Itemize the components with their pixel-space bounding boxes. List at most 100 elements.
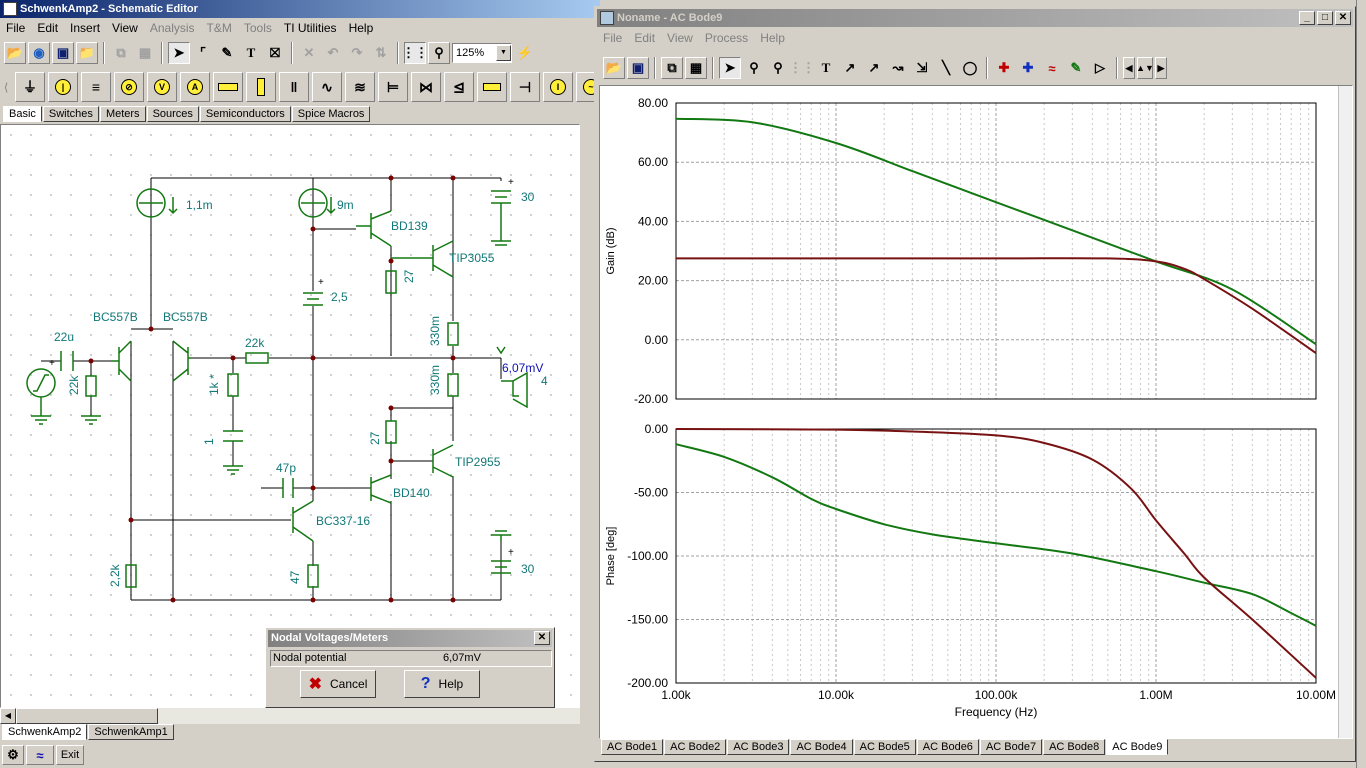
bode-open-icon[interactable]: 📂 [603,57,625,79]
bode-text-icon[interactable]: T [815,57,837,79]
bode-menu-help[interactable]: Help [754,31,791,45]
inductor-icon[interactable]: ∿ [312,72,342,102]
undo-icon[interactable]: ↶ [322,42,344,64]
switch-icon[interactable]: ⊴ [444,72,474,102]
close-icon[interactable]: ✕ [534,631,550,645]
globe-icon[interactable]: ◉ [28,42,50,64]
transformer-core-icon[interactable]: ⋈ [411,72,441,102]
bode-close-icon[interactable]: ✕ [1335,11,1351,25]
voltage-source-icon[interactable]: | [48,72,78,102]
bode-tab-4[interactable]: AC Bode4 [790,739,853,755]
bode-menu-file[interactable]: File [597,31,628,45]
menu-t-m[interactable]: T&M [201,21,238,35]
bode-menu-view[interactable]: View [661,31,699,45]
voltmeter-icon[interactable]: V [147,72,177,102]
tab-meters[interactable]: Meters [99,106,146,122]
potentiometer-icon[interactable] [477,72,507,102]
text-tool-icon[interactable]: T [240,42,262,64]
bode-tab-1[interactable]: AC Bode1 [601,739,664,755]
menu-insert[interactable]: Insert [64,21,106,35]
next-arrow-icon[interactable]: ▶ [1155,57,1167,79]
curve-color-icon[interactable]: ✎ [1065,57,1087,79]
terminal-icon[interactable]: ⊣ [510,72,540,102]
bode-titlebar[interactable]: Noname - AC Bode9 _ □ ✕ [597,9,1353,27]
bode-save-icon[interactable]: ▣ [627,57,649,79]
curve-annotation-icon[interactable]: ↝ [887,57,909,79]
pointer-icon[interactable]: ➤ [168,42,190,64]
doc-tab-schwenkamp2[interactable]: SchwenkAmp2 [2,724,88,740]
ammeter-icon[interactable]: A [180,72,210,102]
ground-icon[interactable]: ⏚ [15,72,45,102]
zoom-out-icon[interactable]: ⚲ [767,57,789,79]
marker-icon[interactable]: ▷ [1089,57,1111,79]
bode-tab-8[interactable]: AC Bode8 [1043,739,1106,755]
bode-tab-2[interactable]: AC Bode2 [664,739,727,755]
bode-chart-area[interactable]: 80.00 60.00 40.00 20.00 0.00 -20.00 Gain (dB) 0… [599,85,1353,739]
schematic-canvas[interactable]: 1,1m 9m 30 2,5 30 BD139 TIP3055 BC557B B… [0,124,580,708]
resistor-icon[interactable] [213,72,243,102]
menu-help[interactable]: Help [343,21,380,35]
line-annotation-icon[interactable]: ↗ [863,57,885,79]
capacitor-icon[interactable]: ‖ [279,72,309,102]
bode-grid-icon[interactable]: ⋮⋮ [789,57,815,79]
grid-icon[interactable]: ⋮⋮ [402,42,428,64]
open-folder-icon[interactable]: 📂 [4,42,26,64]
doc-tab-schwenkamp1[interactable]: SchwenkAmp1 [88,724,174,740]
bode-pointer-icon[interactable]: ➤ [719,57,741,79]
transformer-icon[interactable]: ≋ [345,72,375,102]
flip-icon[interactable]: ⇅ [370,42,392,64]
bode-tab-5[interactable]: AC Bode5 [853,739,916,755]
add-curve-icon[interactable]: ≈ [1041,57,1063,79]
zoom-icon[interactable]: ⚲ [428,42,450,64]
maximize-icon[interactable]: □ [1317,11,1333,25]
open-file-icon[interactable]: 📁 [76,42,98,64]
minimize-icon[interactable]: _ [1299,11,1315,25]
tab-spice-macros[interactable]: Spice Macros [291,106,371,122]
bode-tab-6[interactable]: AC Bode6 [916,739,979,755]
menu-tools[interactable]: Tools [238,21,278,35]
menu-analysis[interactable]: Analysis [144,21,201,35]
node-number-icon[interactable]: ⛝ [264,42,286,64]
resistor-vertical-icon[interactable] [246,72,276,102]
battery-icon[interactable]: ≡ [81,72,111,102]
schematic-view-icon[interactable]: ⚙ [2,745,24,765]
schematic-hscroll[interactable]: ◀ [0,708,580,724]
coupled-inductor-icon[interactable]: ⊨ [378,72,408,102]
tab-basic[interactable]: Basic [3,106,42,122]
schematic-titlebar[interactable]: SchwenkAmp2 - Schematic Editor [0,0,600,18]
diagram-view-icon[interactable]: ≈ [26,745,54,765]
menu-ti-utilities[interactable]: TI Utilities [278,21,343,35]
tab-semiconductors[interactable]: Semiconductors [199,106,291,122]
exit-button[interactable]: Exit [56,745,84,765]
current-source-icon[interactable]: I [543,72,573,102]
bode-menu-process[interactable]: Process [699,31,754,45]
line-icon[interactable]: ╲ [935,57,957,79]
paste-icon[interactable]: ▦ [134,42,156,64]
bode-tab-7[interactable]: AC Bode7 [979,739,1043,755]
scroll-left-arrow-icon[interactable]: ◀ [0,708,16,724]
tab-sources[interactable]: Sources [146,106,199,122]
pencil-icon[interactable]: ✎ [216,42,238,64]
help-button[interactable]: ? Help [404,670,480,698]
delete-icon[interactable]: ✕ [298,42,320,64]
scroll-thumb[interactable] [16,708,158,724]
redo-icon[interactable]: ↷ [346,42,368,64]
copy-icon[interactable]: ⧉ [110,42,132,64]
bode-tab-3[interactable]: AC Bode3 [727,739,790,755]
clock-source-icon[interactable]: ⊘ [114,72,144,102]
menu-file[interactable]: File [0,21,31,35]
cursor-a-icon[interactable]: ✚ [993,57,1015,79]
updown-arrow-icon[interactable]: ▲▼ [1136,57,1154,79]
arrow-annotation-icon[interactable]: ↗ [839,57,861,79]
run-icon[interactable]: ⚡ [514,42,536,64]
zoom-in-icon[interactable]: ⚲ [743,57,765,79]
menu-view[interactable]: View [106,21,144,35]
bode-menu-edit[interactable]: Edit [628,31,661,45]
save-icon[interactable]: ▣ [52,42,74,64]
nodal-titlebar[interactable]: Nodal Voltages/Meters ✕ [268,630,552,647]
bode-copy-icon[interactable]: ⧉ [661,57,683,79]
menu-edit[interactable]: Edit [31,21,64,35]
tab-switches[interactable]: Switches [42,106,99,122]
cancel-button[interactable]: ✖ Cancel [300,670,376,698]
scroll-left-icon[interactable]: ⟨ [4,81,12,94]
